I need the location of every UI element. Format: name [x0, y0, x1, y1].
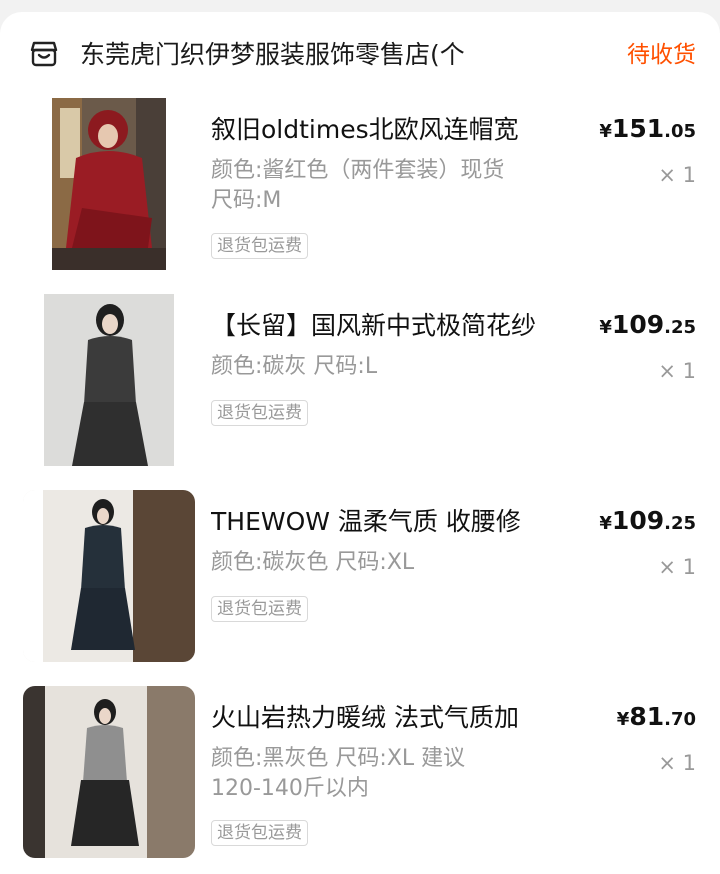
spec-line: 尺码:M: [211, 188, 282, 213]
product-title[interactable]: THEWOW 温柔气质 收腰修: [211, 504, 571, 540]
price-integer: 109: [611, 310, 665, 339]
price: ¥81.70: [617, 702, 696, 731]
price-currency: ¥: [599, 121, 612, 142]
order-status: 待收货: [627, 42, 696, 68]
price: ¥109.25: [599, 506, 696, 535]
return-shipping-tag: 退货包运费: [211, 596, 308, 622]
price-decimal: .25: [664, 513, 696, 534]
product-spec: 颜色:酱红色（两件套装）现货 尺码:M: [211, 156, 571, 216]
price-integer: 151: [611, 114, 665, 143]
product-image[interactable]: [44, 294, 174, 466]
price-currency: ¥: [599, 513, 612, 534]
quantity: × 1: [658, 555, 696, 579]
store-name[interactable]: 东莞虎门织伊梦服装服饰零售店(个: [80, 38, 530, 72]
product-title[interactable]: 火山岩热力暖绒 法式气质加: [211, 700, 571, 736]
product-image[interactable]: [52, 98, 166, 270]
product-spec: 颜色:黑灰色 尺码:XL 建议 120-140斤以内: [211, 744, 571, 804]
return-shipping-tag: 退货包运费: [211, 820, 308, 846]
return-shipping-tag: 退货包运费: [211, 400, 308, 426]
product-image[interactable]: [23, 490, 195, 662]
price-decimal: .25: [664, 317, 696, 338]
spec-line: 颜色:碳灰色 尺码:XL: [211, 550, 415, 575]
quantity: × 1: [658, 359, 696, 383]
product-title[interactable]: 叙旧oldtimes北欧风连帽宽: [211, 112, 571, 148]
store-header[interactable]: 东莞虎门织伊梦服装服饰零售店(个 待收货: [0, 12, 720, 82]
product-spec: 颜色:碳灰色 尺码:XL: [211, 548, 571, 578]
spec-line: 颜色:碳灰 尺码:L: [211, 354, 378, 379]
return-shipping-tag: 退货包运费: [211, 233, 308, 259]
quantity: × 1: [658, 163, 696, 187]
product-image[interactable]: [23, 686, 195, 858]
product-title[interactable]: 【长留】国风新中式极简花纱: [211, 308, 571, 344]
price-integer: 81: [629, 702, 665, 731]
product-spec: 颜色:碳灰 尺码:L: [211, 352, 571, 382]
price-decimal: .05: [664, 121, 696, 142]
spec-line: 颜色:酱红色（两件套装）现货: [211, 158, 505, 183]
spec-line: 颜色:黑灰色 尺码:XL 建议: [211, 746, 466, 771]
price-currency: ¥: [616, 709, 630, 730]
quantity: × 1: [658, 751, 696, 775]
price-decimal: .70: [664, 709, 696, 730]
price-integer: 109: [611, 506, 665, 535]
price-currency: ¥: [599, 317, 612, 338]
price: ¥109.25: [599, 310, 696, 339]
price: ¥151.05: [599, 114, 696, 143]
spec-line: 120-140斤以内: [211, 776, 369, 801]
store-icon: [30, 40, 58, 68]
